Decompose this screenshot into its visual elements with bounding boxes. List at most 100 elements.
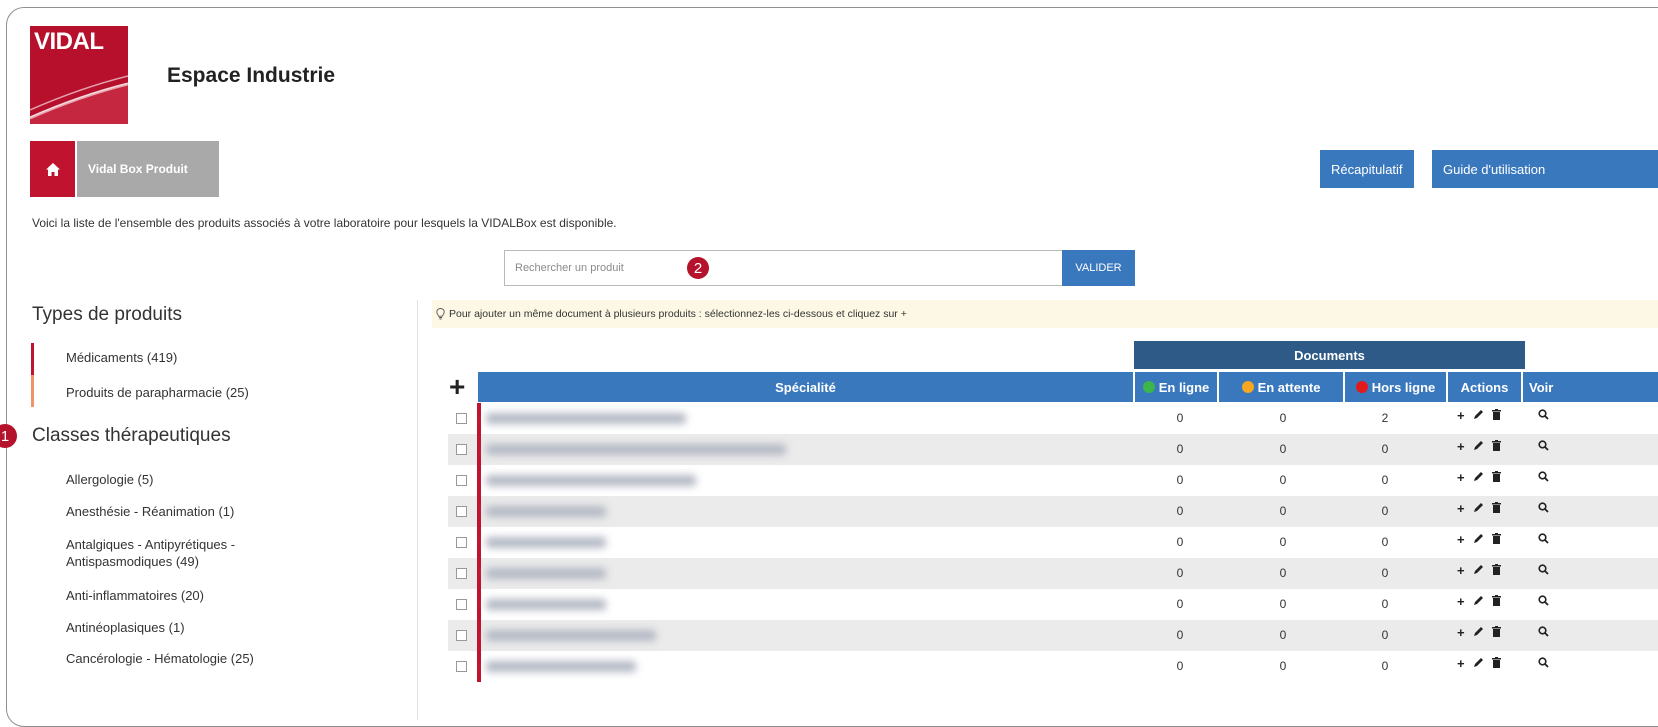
product-search-field[interactable] <box>504 250 1063 286</box>
table-row: 0 0 0 + <box>448 527 1658 558</box>
add-document-multiple-icon[interactable]: + <box>449 373 465 401</box>
row-select-checkbox[interactable] <box>456 444 467 455</box>
count-en-attente: 0 <box>1279 411 1287 425</box>
row-select-checkbox[interactable] <box>456 537 467 548</box>
pencil-icon[interactable] <box>1473 656 1484 671</box>
class-item-allergologie[interactable]: Allergologie (5) <box>66 471 153 488</box>
count-hors-ligne: 0 <box>1381 535 1389 549</box>
plus-icon[interactable]: + <box>1457 563 1465 578</box>
type-item-parapharmacie[interactable]: Produits de parapharmacie (25) <box>66 385 249 400</box>
pencil-icon[interactable] <box>1473 470 1484 485</box>
count-hors-ligne: 0 <box>1381 597 1389 611</box>
col-header-hors-ligne[interactable]: Hors ligne <box>1345 372 1446 402</box>
plus-icon[interactable]: + <box>1457 501 1465 516</box>
col-header-actions: Actions <box>1448 372 1521 402</box>
magnifier-icon[interactable] <box>1538 440 1549 454</box>
col-header-en-ligne[interactable]: En ligne <box>1135 372 1217 402</box>
row-type-bar <box>477 651 481 682</box>
logo-swoosh-icon <box>30 75 128 124</box>
tip-banner: Pour ajouter un même document à plusieur… <box>432 300 1658 328</box>
magnifier-icon[interactable] <box>1538 626 1549 640</box>
plus-icon[interactable]: + <box>1457 439 1465 454</box>
magnifier-icon[interactable] <box>1538 409 1549 423</box>
trash-icon[interactable] <box>1491 625 1501 640</box>
magnifier-icon[interactable] <box>1538 502 1549 516</box>
magnifier-icon[interactable] <box>1538 471 1549 485</box>
row-select-checkbox[interactable] <box>456 475 467 486</box>
plus-icon[interactable]: + <box>1457 656 1465 671</box>
table-row: 0 0 0 + <box>448 589 1658 620</box>
row-type-bar <box>477 403 481 434</box>
plus-icon[interactable]: + <box>1457 470 1465 485</box>
home-button[interactable] <box>30 141 75 197</box>
plus-icon[interactable]: + <box>1457 625 1465 640</box>
plus-icon[interactable]: + <box>1457 408 1465 423</box>
lightbulb-icon <box>436 308 445 320</box>
magnifier-icon[interactable] <box>1538 595 1549 609</box>
callout-2: 2 <box>687 257 709 279</box>
class-item-anti-inflammatoires[interactable]: Anti-inflammatoires (20) <box>66 587 204 604</box>
class-item-cancerologie[interactable]: Cancérologie - Hématologie (25) <box>66 650 254 667</box>
row-select-checkbox[interactable] <box>456 506 467 517</box>
row-select-checkbox[interactable] <box>456 413 467 424</box>
magnifier-icon[interactable] <box>1538 564 1549 578</box>
row-actions: + <box>1457 501 1501 516</box>
app-title: Espace Industrie <box>167 64 336 87</box>
product-name-blurred[interactable] <box>486 506 606 517</box>
row-actions: + <box>1457 563 1501 578</box>
magnifier-icon[interactable] <box>1538 657 1549 671</box>
class-item-antalgiques[interactable]: Antalgiques - Antipyrétiques - Antispasm… <box>66 536 296 570</box>
user-guide-button[interactable]: Guide d'utilisation <box>1432 150 1658 188</box>
row-type-bar <box>477 434 481 465</box>
plus-icon[interactable]: + <box>1457 532 1465 547</box>
col-header-specialite[interactable]: Spécialité <box>478 372 1133 402</box>
pencil-icon[interactable] <box>1473 563 1484 578</box>
trash-icon[interactable] <box>1491 439 1501 454</box>
class-item-antineoplasiques[interactable]: Antinéoplasiques (1) <box>66 619 185 636</box>
product-name-blurred[interactable] <box>486 568 606 579</box>
row-select-checkbox[interactable] <box>456 599 467 610</box>
count-en-ligne: 0 <box>1176 473 1184 487</box>
magnifier-icon[interactable] <box>1538 533 1549 547</box>
column-divider <box>417 300 418 720</box>
trash-icon[interactable] <box>1491 594 1501 609</box>
breadcrumb-vidal-box-produit[interactable]: Vidal Box Produit <box>77 141 219 197</box>
col-header-en-attente[interactable]: En attente <box>1219 372 1343 402</box>
product-name-blurred[interactable] <box>486 537 606 548</box>
product-name-blurred[interactable] <box>486 599 606 610</box>
class-item-anesthesie[interactable]: Anesthésie - Réanimation (1) <box>66 503 234 520</box>
product-name-blurred[interactable] <box>486 444 786 455</box>
product-search-input[interactable] <box>505 251 1062 285</box>
row-actions: + <box>1457 625 1501 640</box>
row-select-checkbox[interactable] <box>456 661 467 672</box>
pencil-icon[interactable] <box>1473 625 1484 640</box>
row-actions: + <box>1457 439 1501 454</box>
row-type-bar <box>477 465 481 496</box>
product-name-blurred[interactable] <box>486 661 636 672</box>
pencil-icon[interactable] <box>1473 594 1484 609</box>
plus-icon[interactable]: + <box>1457 594 1465 609</box>
type-item-medicaments[interactable]: Médicaments (419) <box>66 350 177 365</box>
trash-icon[interactable] <box>1491 563 1501 578</box>
summary-button[interactable]: Récapitulatif <box>1320 150 1414 188</box>
count-en-ligne: 0 <box>1176 597 1184 611</box>
product-name-blurred[interactable] <box>486 475 696 486</box>
product-name-blurred[interactable] <box>486 630 656 641</box>
pencil-icon[interactable] <box>1473 408 1484 423</box>
pencil-icon[interactable] <box>1473 532 1484 547</box>
pencil-icon[interactable] <box>1473 439 1484 454</box>
tip-text: Pour ajouter un même document à plusieur… <box>449 308 907 320</box>
trash-icon[interactable] <box>1491 470 1501 485</box>
row-select-checkbox[interactable] <box>456 568 467 579</box>
pencil-icon[interactable] <box>1473 501 1484 516</box>
trash-icon[interactable] <box>1491 656 1501 671</box>
validate-button[interactable]: VALIDER <box>1062 250 1135 286</box>
trash-icon[interactable] <box>1491 532 1501 547</box>
product-name-blurred[interactable] <box>486 413 686 424</box>
trash-icon[interactable] <box>1491 408 1501 423</box>
type-indicator-bar <box>31 375 34 407</box>
count-en-attente: 0 <box>1279 473 1287 487</box>
trash-icon[interactable] <box>1491 501 1501 516</box>
row-select-checkbox[interactable] <box>456 630 467 641</box>
red-status-dot-icon <box>1355 381 1368 393</box>
